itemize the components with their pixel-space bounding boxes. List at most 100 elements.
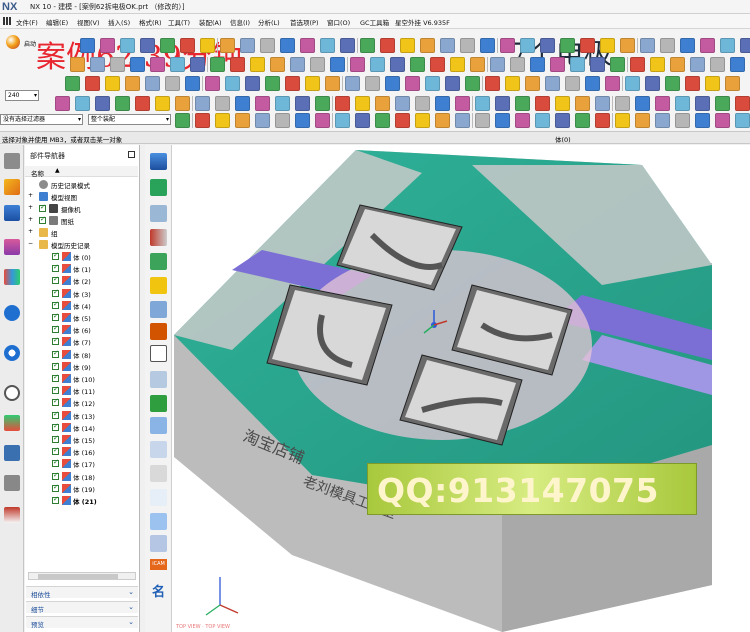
menu-format[interactable]: 格式(R) <box>139 17 162 27</box>
menu-tools[interactable]: 工具(T) <box>168 17 190 27</box>
sketch-icon[interactable] <box>665 76 680 91</box>
sweep-icon[interactable] <box>545 76 560 91</box>
tree-node[interactable]: + 图纸 <box>25 215 137 227</box>
name-tag-icon[interactable] <box>150 371 167 388</box>
hole-icon[interactable] <box>325 76 340 91</box>
menu-assembly[interactable]: 装配(A) <box>199 17 222 27</box>
intersect-icon[interactable] <box>65 76 80 91</box>
mirror-icon[interactable] <box>150 205 167 222</box>
sweep-icon[interactable] <box>250 57 265 72</box>
chamfer-icon[interactable] <box>365 76 380 91</box>
tree-body-row[interactable]: 体 (21) <box>25 495 137 507</box>
history-clock-icon[interactable] <box>4 385 20 401</box>
web-browser-icon[interactable] <box>4 345 20 361</box>
unite-icon[interactable] <box>615 113 630 128</box>
revolve-icon[interactable] <box>120 38 135 53</box>
panel-dependencies[interactable]: 相依性 ⌄ <box>26 586 138 599</box>
electrode-icon[interactable] <box>150 513 167 530</box>
scrollbar-thumb[interactable] <box>38 574 118 579</box>
sweep-icon[interactable] <box>735 113 750 128</box>
visibility-checkbox[interactable] <box>52 458 59 468</box>
unite-icon[interactable] <box>640 38 655 53</box>
tree-body-row[interactable]: 体 (1) <box>25 263 137 275</box>
trim-icon[interactable] <box>675 113 690 128</box>
intersect-icon[interactable] <box>170 57 185 72</box>
offset-icon[interactable] <box>105 76 120 91</box>
tree-body-row[interactable]: 体 (5) <box>25 312 137 324</box>
extrude-icon[interactable] <box>575 96 590 111</box>
split-body-icon[interactable] <box>150 229 167 246</box>
axis-icon[interactable] <box>245 76 260 91</box>
tree-body-row[interactable]: 体 (10) <box>25 373 137 385</box>
trim-icon[interactable] <box>85 76 100 91</box>
tree-body-row[interactable]: 体 (17) <box>25 458 137 470</box>
trim-icon[interactable] <box>190 57 205 72</box>
visibility-checkbox[interactable] <box>52 275 59 285</box>
plane-icon[interactable] <box>515 96 530 111</box>
visibility-checkbox[interactable] <box>39 203 46 212</box>
pattern-icon[interactable] <box>110 57 125 72</box>
mesh-icon[interactable] <box>565 76 580 91</box>
visibility-checkbox[interactable] <box>52 422 59 431</box>
tree-node[interactable]: 历史记录模式 <box>25 179 137 191</box>
shell-icon[interactable] <box>575 113 590 128</box>
hole-icon[interactable] <box>725 76 740 91</box>
layer-icon[interactable] <box>150 441 167 458</box>
subtract-icon[interactable] <box>445 76 460 91</box>
close-icon[interactable] <box>128 151 135 158</box>
measure-icon[interactable] <box>150 417 167 434</box>
visibility-checkbox[interactable] <box>39 215 46 224</box>
visibility-checkbox[interactable] <box>52 349 59 358</box>
shell-icon[interactable] <box>490 57 505 72</box>
visibility-checkbox[interactable] <box>52 471 59 480</box>
tree-body-row[interactable]: 体 (4) <box>25 300 137 312</box>
mesh-icon[interactable] <box>380 38 395 53</box>
pattern-icon[interactable] <box>510 57 525 72</box>
intersect-icon[interactable] <box>465 76 480 91</box>
delete-face-icon[interactable] <box>150 323 167 340</box>
intersect-icon[interactable] <box>355 96 370 111</box>
shell-icon[interactable] <box>90 57 105 72</box>
visibility-checkbox[interactable] <box>52 495 59 504</box>
draft-icon[interactable] <box>125 76 140 91</box>
expand-toggle-icon[interactable]: − <box>28 240 33 247</box>
sketch-icon[interactable] <box>555 96 570 111</box>
tree-node[interactable]: + 摄像机 <box>25 203 137 215</box>
menu-grid-icon[interactable] <box>3 17 11 25</box>
navigator-column-header[interactable]: 名称 ▲ <box>25 166 138 178</box>
visibility-checkbox[interactable] <box>52 251 59 260</box>
plane-icon[interactable] <box>115 96 130 111</box>
intersect-icon[interactable] <box>680 38 695 53</box>
axis-icon[interactable] <box>460 38 475 53</box>
unite-icon[interactable] <box>425 76 440 91</box>
plane-icon[interactable] <box>625 76 640 91</box>
hole-icon[interactable] <box>140 38 155 53</box>
constraint-navigator-icon[interactable] <box>4 205 20 221</box>
blend-icon[interactable] <box>560 38 575 53</box>
sweep-icon[interactable] <box>650 57 665 72</box>
menu-file[interactable]: 文件(F) <box>16 17 38 27</box>
extrude-icon[interactable] <box>685 76 700 91</box>
sketch-icon[interactable] <box>80 38 95 53</box>
blend-icon[interactable] <box>535 113 550 128</box>
pattern-icon[interactable] <box>695 96 710 111</box>
subtract-icon[interactable] <box>150 57 165 72</box>
chamfer-icon[interactable] <box>255 96 270 111</box>
chamfer-icon[interactable] <box>470 57 485 72</box>
offset-icon[interactable] <box>210 57 225 72</box>
point-icon[interactable] <box>95 96 110 111</box>
sketch-icon[interactable] <box>480 38 495 53</box>
tree-body-row[interactable]: 体 (2) <box>25 275 137 287</box>
tree-body-row[interactable]: 体 (19) <box>25 483 137 495</box>
blend-icon[interactable] <box>235 96 250 111</box>
tree-body-row[interactable]: 体 (15) <box>25 434 137 446</box>
plane-icon[interactable] <box>225 76 240 91</box>
expand-toggle-icon[interactable]: + <box>28 204 33 211</box>
axis-icon[interactable] <box>645 76 660 91</box>
axis-icon[interactable] <box>535 96 550 111</box>
menu-insert[interactable]: 插入(S) <box>108 17 130 27</box>
visibility-checkbox[interactable] <box>52 288 59 297</box>
expand-toggle-icon[interactable]: + <box>28 228 33 235</box>
hole-icon[interactable] <box>430 57 445 72</box>
draft-icon[interactable] <box>740 38 750 53</box>
